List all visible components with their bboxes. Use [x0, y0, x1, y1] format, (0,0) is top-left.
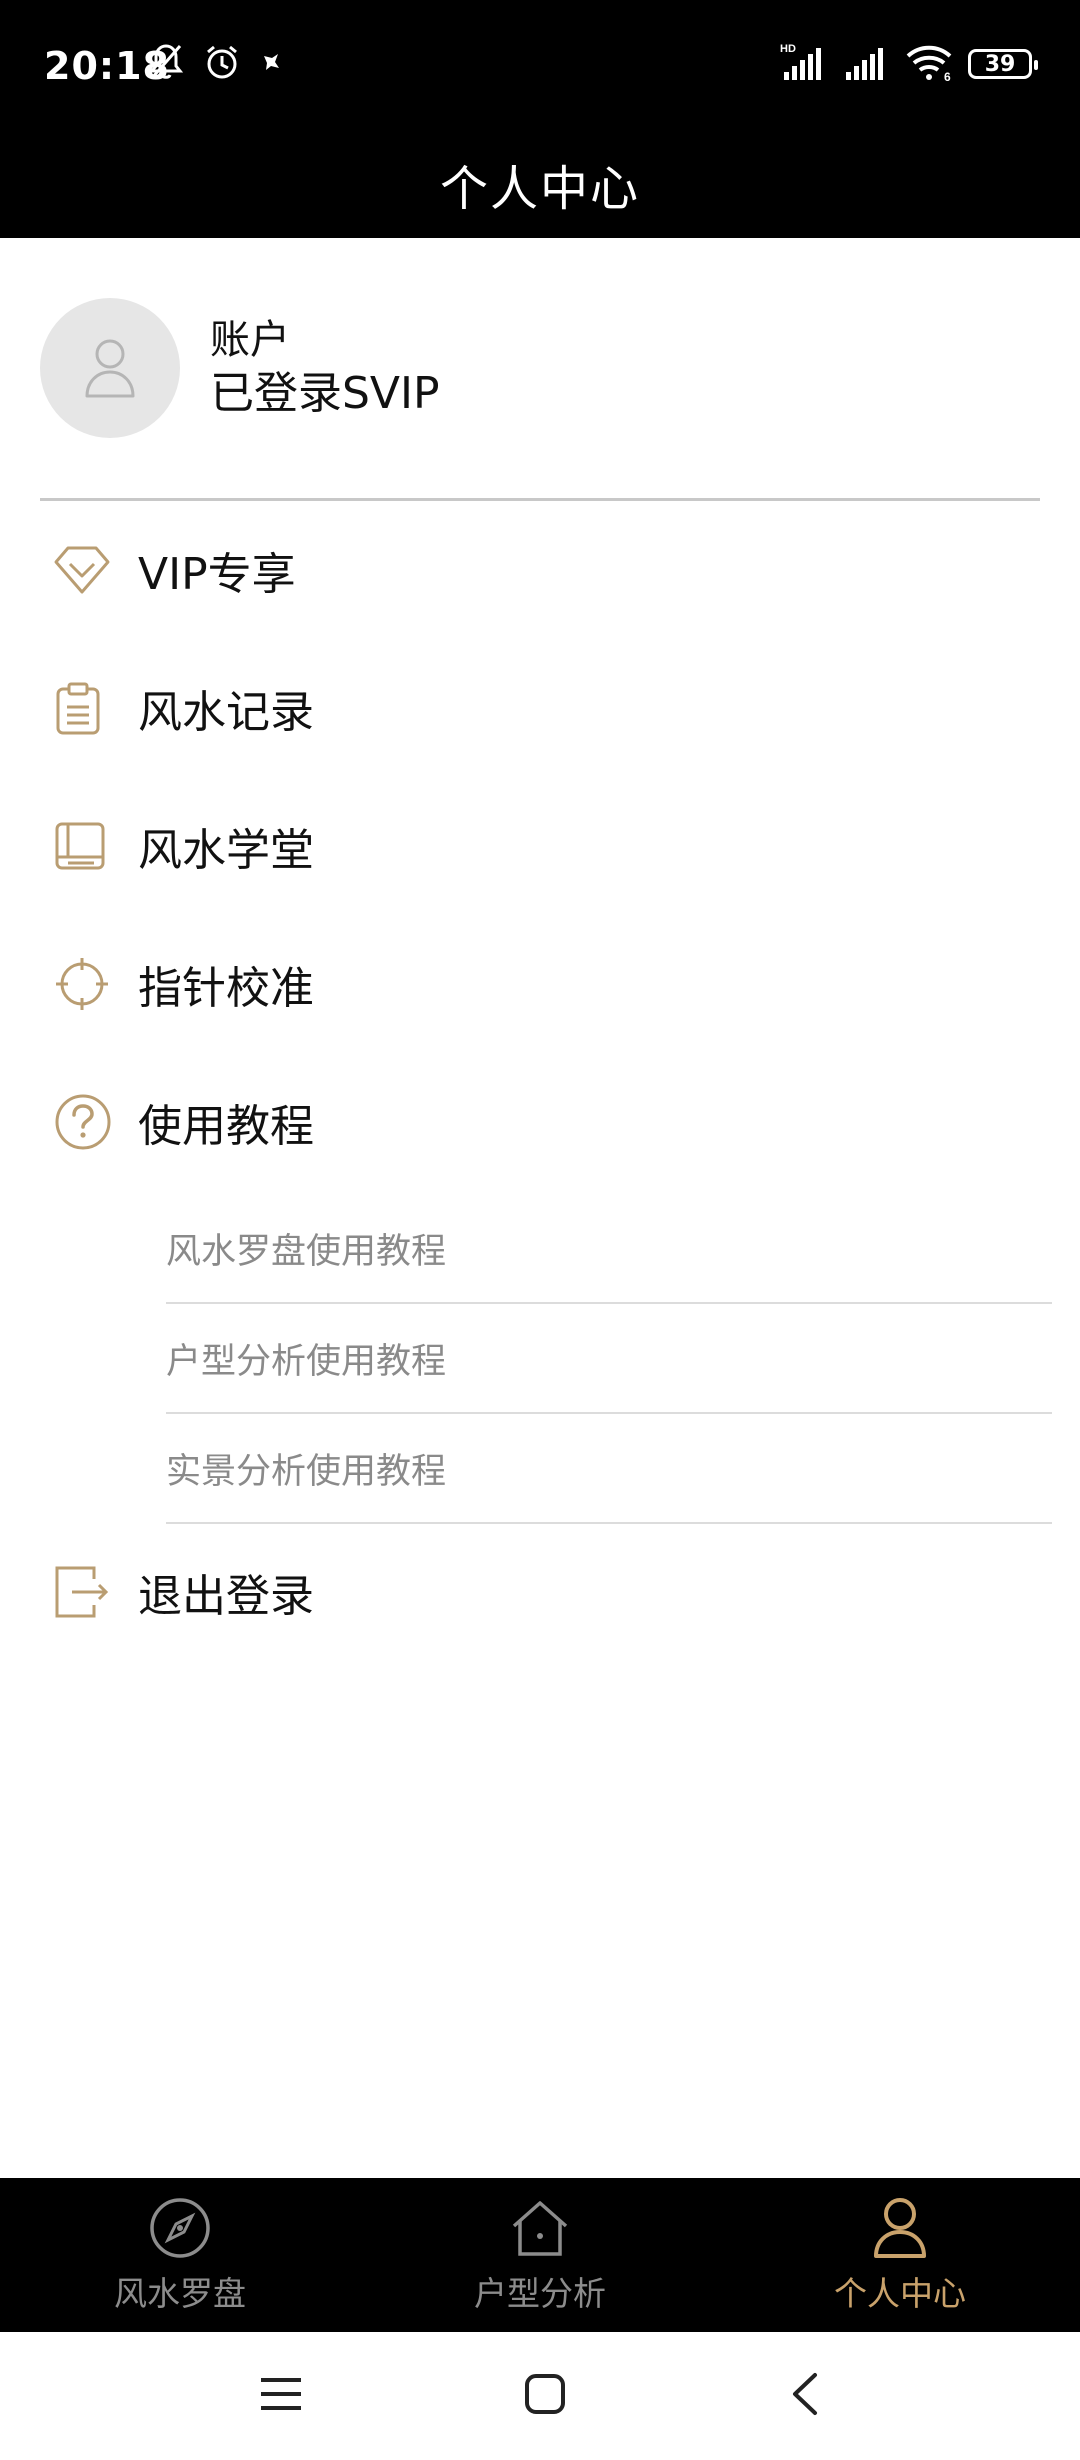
battery-level: 39 [984, 51, 1016, 77]
menu-label-logout: 退出登录 [138, 1571, 314, 1622]
bell-muted-icon [148, 42, 184, 86]
app-notification-icon [260, 50, 284, 78]
status-bar: 20:18 HD 6 39 [0, 0, 1080, 130]
signal-icon [844, 42, 890, 86]
wifi-icon: 6 [904, 42, 954, 86]
tutorial-item-compass[interactable]: 风水罗盘使用教程 [166, 1194, 1052, 1304]
user-avatar-icon [85, 339, 135, 398]
menu-icon[interactable] [259, 2374, 303, 2418]
logout-icon [55, 1566, 109, 1618]
account-status: 已登录SVIP [210, 368, 440, 419]
menu-item-calibrate[interactable]: 指针校准 [40, 934, 1040, 1034]
menu-label-school: 风水学堂 [138, 825, 314, 876]
menu-label-vip: VIP专享 [138, 549, 296, 600]
tab-label: 个人中心 [834, 2274, 966, 2313]
divider [40, 498, 1040, 501]
svg-text:HD: HD [780, 43, 796, 55]
tab-floorplan[interactable]: 户型分析 [360, 2178, 720, 2332]
tab-label: 风水罗盘 [114, 2274, 246, 2313]
compass-icon [150, 2198, 210, 2258]
clipboard-icon [56, 682, 100, 735]
house-icon [512, 2201, 568, 2256]
bottom-nav: 风水罗盘 户型分析 个人中心 [0, 2178, 1080, 2332]
alarm-icon [202, 42, 242, 86]
back-icon[interactable] [787, 2371, 821, 2421]
tutorial-item-scene[interactable]: 实景分析使用教程 [166, 1414, 1052, 1524]
tab-compass[interactable]: 风水罗盘 [0, 2178, 360, 2332]
book-icon [55, 822, 105, 870]
person-icon [874, 2198, 926, 2258]
menu-item-school[interactable]: 风水学堂 [40, 796, 1040, 896]
home-icon[interactable] [523, 2372, 567, 2420]
menu-item-logout[interactable]: 退出登录 [40, 1542, 1040, 1642]
header-bar: 个人中心 [0, 130, 1080, 238]
menu-label-tutorial: 使用教程 [138, 1101, 314, 1152]
status-right-icons: HD 6 39 [780, 42, 1038, 86]
menu-item-records[interactable]: 风水记录 [40, 658, 1040, 758]
tutorial-label: 实景分析使用教程 [166, 1451, 447, 1492]
menu-label-records: 风水记录 [138, 687, 314, 738]
page-title: 个人中心 [439, 161, 640, 217]
signal-hd-icon: HD [780, 42, 830, 86]
tab-label: 户型分析 [474, 2274, 606, 2313]
tutorial-item-floorplan[interactable]: 户型分析使用教程 [166, 1304, 1052, 1414]
crosshair-icon [56, 958, 108, 1010]
tutorial-label: 户型分析使用教程 [166, 1341, 447, 1382]
tutorial-label: 风水罗盘使用教程 [166, 1231, 447, 1272]
diamond-icon [54, 546, 110, 594]
svg-text:6: 6 [944, 70, 951, 82]
battery-indicator: 39 [968, 49, 1038, 79]
help-circle-icon [55, 1094, 111, 1150]
avatar[interactable] [40, 298, 180, 438]
system-nav-bar [0, 2332, 1080, 2460]
account-text: 账户 已登录SVIP [210, 314, 440, 422]
menu-label-calibrate: 指针校准 [138, 963, 314, 1014]
account-label: 账户 [210, 317, 290, 363]
menu-item-vip[interactable]: VIP专享 [40, 520, 1040, 620]
menu-item-tutorial[interactable]: 使用教程 [40, 1072, 1040, 1172]
tab-profile[interactable]: 个人中心 [720, 2178, 1080, 2332]
status-left-icons [148, 44, 284, 84]
account-section[interactable]: 账户 已登录SVIP [40, 298, 1040, 438]
